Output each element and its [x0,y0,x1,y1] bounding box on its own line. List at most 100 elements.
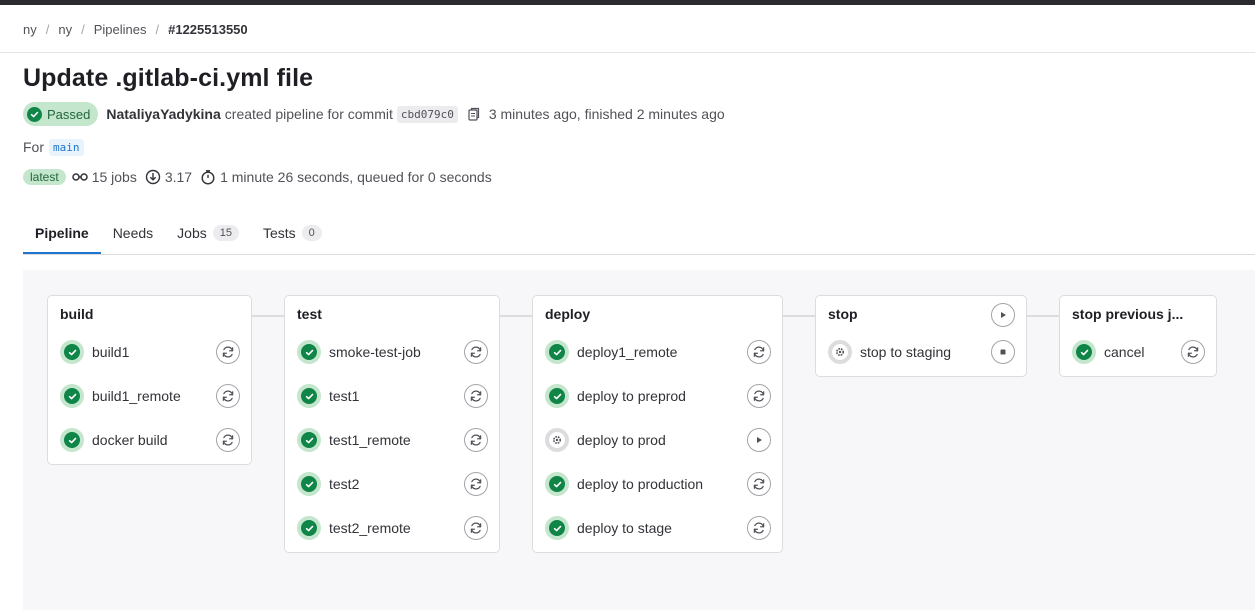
stage-connector [1026,315,1060,317]
breadcrumb-separator: / [155,21,160,37]
breadcrumb-item-project[interactable]: ny [58,22,72,37]
job-deploy-to-prod[interactable]: deploy to prod [545,426,666,454]
for-label: For [23,139,44,155]
latest-badge: latest [23,169,66,185]
tab-needs[interactable]: Needs [101,212,165,254]
job-deploy-to-production[interactable]: deploy to production [545,470,703,498]
page-title: Update .gitlab-ci.yml file [23,64,314,92]
stage-test: test smoke-test-job test1 test1_remote t… [284,295,500,553]
job-smoke-test-job[interactable]: smoke-test-job [297,338,421,366]
retry-icon[interactable] [747,384,771,408]
retry-icon[interactable] [464,516,488,540]
job-deploy-to-preprod[interactable]: deploy to preprod [545,382,686,410]
check-circle-icon [27,106,42,122]
retry-icon[interactable] [747,340,771,364]
status-success-icon [297,472,321,496]
job-name: test2_remote [329,520,411,536]
job-build1[interactable]: build1 [60,338,129,366]
job-name: cancel [1104,344,1145,360]
retry-icon[interactable] [216,428,240,452]
stop-icon[interactable] [991,340,1015,364]
pipeline-summary: latest 15 jobs 3.17 1 minute 26 seconds,… [23,167,500,187]
breadcrumb-item-pipelines[interactable]: Pipelines [94,22,147,37]
tab-count-badge: 0 [301,225,322,241]
job-test1_remote[interactable]: test1_remote [297,426,411,454]
breadcrumb-item-current[interactable]: #1225513550 [168,22,248,37]
stage-deploy: deploy deploy1_remote deploy to preprod … [532,295,783,553]
stage-title: stop [828,306,858,322]
status-success-icon [60,384,84,408]
pipeline-status-line: Passed NataliyaYadykina created pipeline… [23,102,725,126]
retry-icon[interactable] [464,340,488,364]
job-name: test1_remote [329,432,411,448]
score-text: 3.17 [164,169,193,185]
stage-title: build [60,306,94,322]
job-test2_remote[interactable]: test2_remote [297,514,411,542]
play-icon[interactable] [747,428,771,452]
stage-stop-previous-jobs: stop previous j... cancel [1059,295,1217,377]
job-name: deploy1_remote [577,344,678,360]
status-success-icon [297,384,321,408]
pipeline-action-text: created pipeline for commit [224,106,393,122]
copy-icon[interactable] [468,107,480,121]
breadcrumb-item-group[interactable]: ny [23,22,37,37]
timer-icon [200,169,216,185]
job-test2[interactable]: test2 [297,470,359,498]
stage-stop: stop stop to staging [815,295,1027,377]
job-deploy1_remote[interactable]: deploy1_remote [545,338,677,366]
play-all-icon[interactable] [991,303,1015,327]
job-name: test1 [329,388,360,404]
jobs-count: 15 jobs [71,169,137,185]
retry-icon[interactable] [747,516,771,540]
stage-connector [782,315,816,317]
tab-jobs[interactable]: Jobs 15 [165,212,251,254]
job-build1_remote[interactable]: build1_remote [60,382,181,410]
status-success-icon [545,340,569,364]
branch-link[interactable]: main [49,138,84,156]
duration-info: 1 minute 26 seconds, queued for 0 second… [200,169,492,185]
ref-line: For main [23,138,84,156]
tab-label: Needs [112,225,154,241]
status-success-icon [1072,340,1096,364]
job-name: deploy to preprod [577,388,686,404]
tab-pipeline[interactable]: Pipeline [23,212,101,254]
top-bar [0,0,1255,5]
retry-icon[interactable] [216,340,240,364]
stage-connector [251,315,285,317]
status-success-icon [297,428,321,452]
breadcrumb-divider [0,52,1255,53]
status-success-icon [545,384,569,408]
breadcrumb-separator: / [45,21,50,37]
status-manual-gear-icon [828,340,852,364]
status-success-icon [545,472,569,496]
job-cancel[interactable]: cancel [1072,338,1144,366]
pipeline-graph: build build1 build1_remote docker build … [23,270,1255,610]
job-test1[interactable]: test1 [297,382,359,410]
pipeline-tabs: Pipeline Needs Jobs 15 Tests 0 [23,212,334,254]
status-manual-gear-icon [545,428,569,452]
tab-label: Jobs [177,225,207,241]
duration-text: 1 minute 26 seconds, queued for 0 second… [220,169,492,185]
author-link[interactable]: NataliyaYadykina [106,106,220,122]
retry-icon[interactable] [464,472,488,496]
retry-icon[interactable] [216,384,240,408]
retry-icon[interactable] [464,384,488,408]
job-name: deploy to stage [577,520,672,536]
job-stop-to-staging[interactable]: stop to staging [828,338,951,366]
stage-title: deploy [545,306,591,322]
retry-icon[interactable] [464,428,488,452]
job-name: stop to staging [860,344,952,360]
job-deploy-to-stage[interactable]: deploy to stage [545,514,672,542]
tab-tests[interactable]: Tests 0 [251,212,334,254]
breadcrumb: ny / ny / Pipelines / #1225513550 [23,21,248,37]
status-success-icon [545,516,569,540]
job-docker-build[interactable]: docker build [60,426,168,454]
commit-sha-link[interactable]: cbd079c0 [396,105,458,123]
tab-label: Tests [262,225,296,241]
job-name: deploy to prod [577,432,666,448]
status-badge[interactable]: Passed [23,102,99,126]
download-circle-icon [145,169,161,185]
retry-icon[interactable] [1181,340,1205,364]
status-success-icon [60,428,84,452]
retry-icon[interactable] [747,472,771,496]
